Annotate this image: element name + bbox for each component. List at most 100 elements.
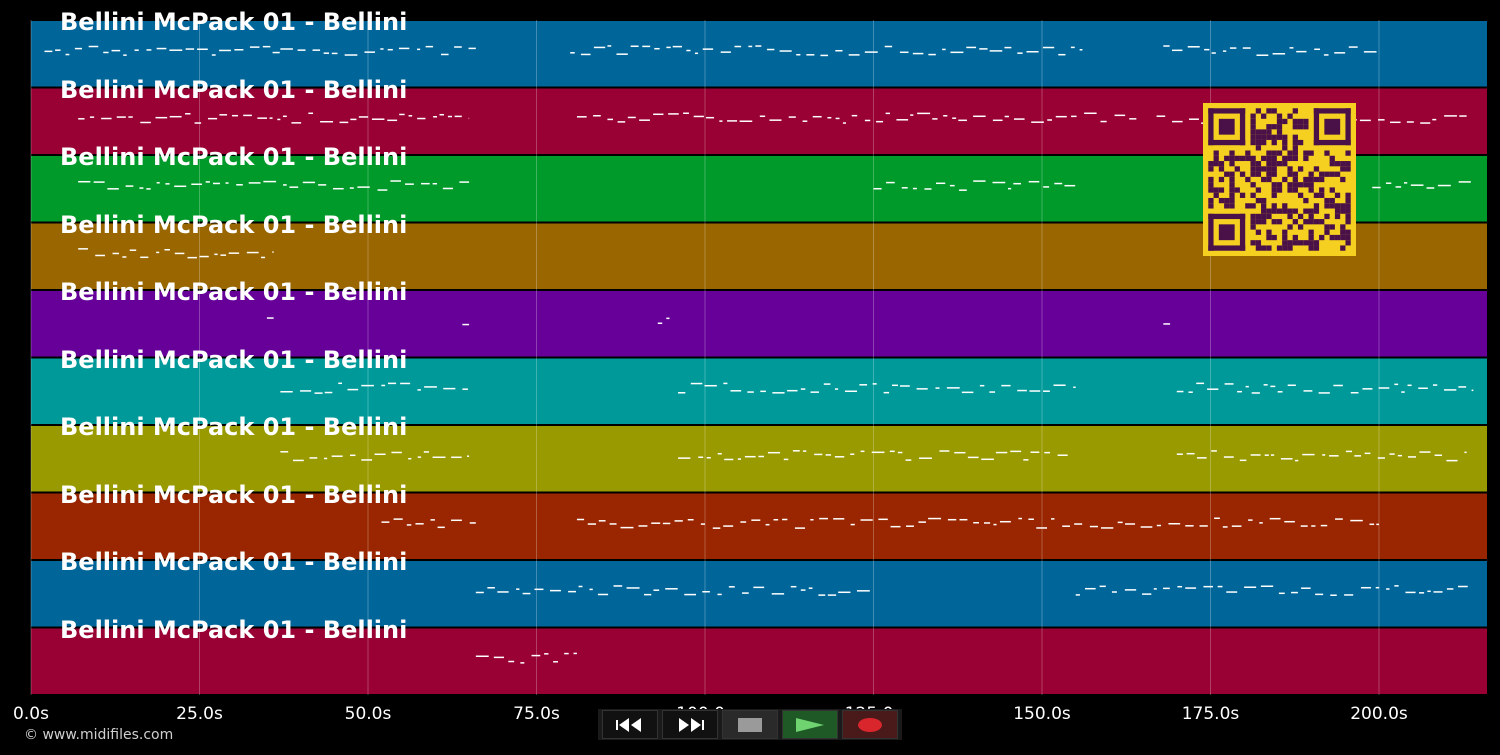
track-label: Bellini McPack 01 - Bellini <box>60 8 408 36</box>
note-mark <box>1318 392 1330 394</box>
note-mark <box>702 590 710 593</box>
note-mark <box>441 53 449 56</box>
note-mark <box>587 523 597 525</box>
note-mark <box>282 115 287 118</box>
note-mark <box>1270 385 1276 388</box>
note-mark <box>728 586 735 588</box>
note-mark <box>835 117 840 120</box>
note-mark <box>1242 47 1251 49</box>
note-mark <box>1070 46 1075 49</box>
note-mark <box>959 518 968 521</box>
note-mark <box>349 454 356 457</box>
note-mark <box>493 656 505 659</box>
note-mark <box>65 53 70 56</box>
note-mark <box>185 48 195 50</box>
note-mark <box>1237 390 1242 393</box>
note-mark <box>371 118 385 120</box>
note-mark <box>205 181 210 183</box>
note-mark <box>1047 119 1053 121</box>
rewind-button[interactable] <box>602 710 658 739</box>
note-mark <box>1446 459 1458 462</box>
note-mark <box>950 51 964 54</box>
note-mark <box>424 386 437 388</box>
note-mark <box>1042 46 1055 49</box>
qr-code-icon <box>1203 103 1356 256</box>
note-mark <box>1295 459 1299 462</box>
note-mark <box>672 45 682 48</box>
note-mark <box>364 51 375 53</box>
note-mark <box>899 385 910 387</box>
note-mark <box>1270 454 1275 456</box>
note-mark <box>719 120 723 122</box>
note-mark <box>1188 391 1193 393</box>
note-mark <box>522 592 531 595</box>
note-mark <box>1058 53 1066 56</box>
note-mark <box>712 527 721 529</box>
note-mark <box>344 54 358 56</box>
note-mark <box>293 459 304 462</box>
note-mark <box>792 450 800 452</box>
note-mark <box>1172 120 1183 123</box>
note-mark <box>1114 114 1126 117</box>
fast-forward-button[interactable] <box>662 710 718 739</box>
note-mark <box>918 521 926 523</box>
note-mark <box>89 116 95 118</box>
note-mark <box>674 520 683 522</box>
note-mark <box>1026 50 1039 53</box>
note-mark <box>1277 391 1283 393</box>
note-mark <box>1117 521 1123 524</box>
note-mark <box>1007 187 1012 190</box>
note-mark <box>593 46 606 49</box>
note-mark <box>139 187 144 189</box>
copyright-text: © www.midifiles.com <box>24 727 174 743</box>
note-mark <box>1419 592 1425 594</box>
note-mark <box>665 588 678 590</box>
note-mark <box>773 518 779 521</box>
note-mark <box>156 47 167 50</box>
note-mark <box>1111 591 1117 593</box>
note-mark <box>1291 591 1298 594</box>
note-mark <box>1401 391 1405 393</box>
note-mark <box>1300 525 1308 527</box>
note-mark <box>1217 585 1223 588</box>
note-mark <box>995 451 1008 454</box>
record-button[interactable] <box>842 710 898 739</box>
note-mark <box>107 188 119 190</box>
note-mark <box>723 382 728 385</box>
note-mark <box>917 112 931 115</box>
note-mark <box>1314 48 1321 51</box>
note-mark <box>423 451 429 453</box>
note-mark <box>825 454 832 456</box>
note-mark <box>1390 121 1401 124</box>
note-mark <box>357 186 370 188</box>
note-mark <box>943 115 948 117</box>
note-mark <box>1278 592 1285 595</box>
note-mark <box>1385 182 1392 184</box>
note-mark <box>771 593 785 595</box>
note-mark <box>966 46 977 49</box>
note-mark <box>1064 184 1076 187</box>
play-button[interactable] <box>782 710 838 739</box>
note-mark <box>613 585 623 587</box>
note-mark <box>399 113 405 116</box>
note-mark <box>570 52 575 54</box>
stop-button[interactable] <box>722 710 778 739</box>
note-mark <box>1239 459 1247 462</box>
note-mark <box>408 457 412 460</box>
note-mark <box>1053 384 1066 386</box>
note-mark <box>1348 46 1358 48</box>
note-mark <box>331 52 338 55</box>
note-mark <box>1377 457 1385 459</box>
note-mark <box>207 117 218 120</box>
note-mark <box>1350 391 1359 394</box>
note-mark <box>576 116 587 118</box>
note-mark <box>936 182 946 185</box>
note-mark <box>1464 451 1467 454</box>
note-mark <box>823 383 831 385</box>
note-mark <box>1333 384 1343 387</box>
note-mark <box>1156 115 1166 117</box>
note-mark <box>439 113 444 116</box>
track-label: Bellini McPack 01 - Bellini <box>60 143 408 171</box>
track-label: Bellini McPack 01 - Bellini <box>60 548 408 576</box>
note-mark <box>873 187 882 190</box>
